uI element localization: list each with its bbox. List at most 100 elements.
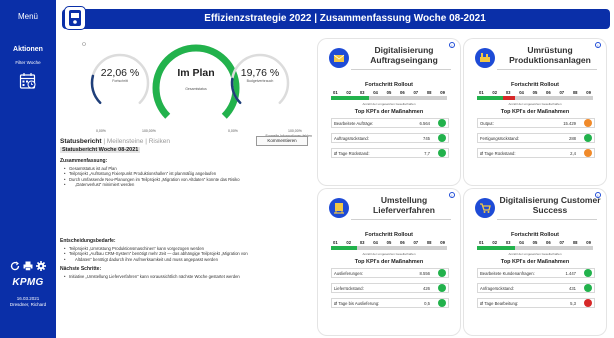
settings-icon[interactable] — [36, 258, 46, 271]
status-dot — [584, 134, 592, 142]
gauge-area: 22,06 % Fortschritt 0,00% 100,00% Im Pla… — [60, 36, 312, 138]
kpi-heading: Top KPI's der Maßnahmen — [500, 259, 570, 265]
kpi-row: Ø Tage bis Auslieferung: 0,5 — [331, 298, 449, 308]
progress-segment — [356, 246, 447, 250]
rollout-progress-bar — [477, 246, 593, 250]
divider — [497, 219, 597, 220]
divider — [351, 69, 451, 70]
kpi-label: Ø Tage bis Auslieferung: — [334, 301, 380, 306]
print-icon[interactable] — [23, 258, 33, 271]
kpi-value: 745 — [423, 136, 430, 141]
week-number: 01 — [479, 240, 484, 245]
tab-separator: | — [145, 138, 147, 145]
week-number: 03 — [505, 240, 511, 245]
week-number: 03 — [505, 90, 511, 95]
kpi-value: 426 — [423, 286, 430, 291]
kpi-heading: Top KPI's der Maßnahmen — [500, 109, 570, 115]
gauge-status-sub: Gesamtstatus — [185, 87, 207, 91]
decisions-list: Teilprojekt „Umrüstung Produktionsmaschi… — [64, 246, 304, 262]
gauge-progress-max: 100,00% — [142, 129, 156, 133]
list-item: Altdaten“ benötigt dadurch ihre Aufmerks… — [64, 257, 304, 263]
rollout-bar-label: Anzahl der umgesetzten Gesellschaften — [508, 102, 562, 106]
summary-heading: Zusammenfassung: — [60, 158, 108, 164]
kpi-label: Output: — [480, 121, 494, 126]
week-number: 04 — [519, 90, 524, 95]
status-dot — [438, 149, 446, 157]
gauge-budget-min: 0,00% — [228, 129, 238, 133]
progress-segment — [369, 96, 447, 100]
status-dot — [584, 299, 592, 307]
week-number: 04 — [373, 90, 378, 95]
week-number: 02 — [492, 90, 498, 95]
card-umruestung-produktionsanlagen[interactable]: i Umrüstung Produktionsanlagen Fortschri… — [463, 38, 607, 186]
gauge-progress-min: 0,00% — [96, 129, 106, 133]
gauge-budget-value: 19,76 % — [240, 67, 280, 79]
kpi-row: Bearbeitete Kundenanfragen: 1.447 — [477, 268, 595, 278]
gauge-progress-value: 22,06 % — [100, 67, 140, 79]
week-number: 01 — [333, 240, 338, 245]
status-report: Statusbericht | Meilensteine | Risiken K… — [60, 136, 312, 336]
card-umstellung-lieferverfahren[interactable]: i Umstellung Lieferverfahren Fortschritt… — [317, 188, 461, 336]
card-header: i Umrüstung Produktionsanlagen — [463, 38, 607, 78]
kpi-label: Bearbeitete Kundenanfragen: — [480, 271, 535, 276]
kpi-label: Bearbeitete Aufträge: — [334, 121, 374, 126]
card-digitalisierung-customer-success[interactable]: i Digitalisierung Customer Success Forts… — [463, 188, 607, 336]
kpi-value: 431 — [569, 286, 576, 291]
progress-segment — [502, 96, 516, 100]
gauge-progress: 22,06 % Fortschritt — [90, 67, 150, 83]
tab-risiken[interactable]: Risiken — [149, 138, 170, 145]
comment-button[interactable]: Kommentieren — [256, 136, 308, 146]
app-icon — [64, 6, 86, 30]
card-title: Umrüstung Produktionsanlagen — [509, 45, 591, 65]
gauge-budget-sub: Budgetverbrauch — [246, 79, 274, 83]
kpi-label: Fertigungsrückstand: — [480, 136, 520, 141]
rollout-bar-label: Anzahl der umgesetzten Gesellschaften — [508, 252, 562, 256]
status-dot — [438, 134, 446, 142]
menu-button[interactable]: Menü — [0, 12, 56, 21]
week-number: 09 — [440, 240, 445, 245]
sidebar: Menü Aktionen Filter Woche KPMG 16.03.20… — [0, 0, 56, 338]
rollout-bar-label: Anzahl der umgesetzten Gesellschaften — [362, 252, 416, 256]
rollout-bar-label: Anzahl der umgesetzten Gesellschaften — [362, 102, 416, 106]
kpi-value: 1.447 — [565, 271, 576, 276]
kpi-label: Ø Tage Bearbeitung: — [480, 301, 519, 306]
kpi-label: Ø Tage Rückstand: — [480, 151, 516, 156]
tab-separator: | — [103, 138, 106, 145]
user-name: Dresdner, Richard — [9, 302, 47, 307]
sidebar-actions — [10, 258, 50, 271]
kpi-row: Ø Tage Bearbeitung: 5,3 — [477, 298, 595, 308]
user-info: 16.03.2021 Dresdner, Richard — [0, 296, 56, 308]
tab-statusbericht[interactable]: Statusbericht — [60, 138, 102, 145]
rollout-label: Fortschritt Rollout — [365, 82, 413, 88]
refresh-icon[interactable] — [10, 258, 20, 271]
rollout-progress-bar — [331, 246, 447, 250]
gauge-budget: 19,76 % Budgetverbrauch — [230, 67, 290, 83]
kpi-row: Ø Tage Rückstand: 2,4 — [477, 148, 595, 158]
calendar-icon[interactable] — [19, 72, 37, 90]
week-number: 08 — [426, 240, 432, 245]
progress-segment — [331, 246, 357, 250]
kpi-heading: Top KPI's der Maßnahmen — [354, 259, 424, 265]
kpi-row: Fertigungsrückstand: 288 — [477, 133, 595, 143]
kpi-row: Ø Tage Rückstand: 7,7 — [331, 148, 449, 158]
kpi-value: 7,7 — [424, 151, 430, 156]
kpi-row: Output: 15.429 — [477, 118, 595, 128]
week-numbers: 01 02 03 04 05 06 07 08 09 — [479, 240, 591, 245]
week-number: 06 — [546, 240, 551, 245]
week-number: 07 — [559, 240, 565, 245]
gauge-budget-max: 100,00% — [288, 129, 302, 133]
card-digitalisierung-auftragseingang[interactable]: i Digitalisierung Auftragseingang Fortsc… — [317, 38, 461, 186]
progress-segment — [515, 246, 593, 250]
week-number: 08 — [426, 90, 432, 95]
card-header: i Digitalisierung Auftragseingang — [317, 38, 461, 78]
card-title: Digitalisierung Auftragseingang — [370, 45, 438, 65]
week-number: 01 — [479, 90, 484, 95]
kpi-label: Auslieferungen: — [334, 271, 364, 276]
week-number: 03 — [359, 240, 365, 245]
factory-icon — [475, 48, 495, 68]
kpi-row: Bearbeitete Aufträge: 6.564 — [331, 118, 449, 128]
shipping-icon — [329, 198, 349, 218]
tab-meilensteine[interactable]: Meilensteine — [107, 138, 144, 145]
summary-list: Gesamtstatus ist auf Plan Teilprojekt „A… — [64, 166, 304, 188]
week-number: 09 — [440, 90, 445, 95]
